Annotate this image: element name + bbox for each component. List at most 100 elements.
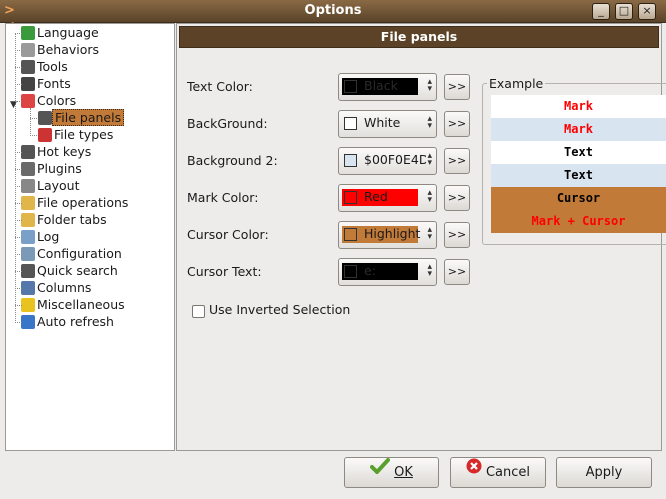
cancel-icon (466, 456, 482, 485)
tree-item[interactable]: Colors (21, 92, 76, 109)
pick-color-button[interactable]: >> (444, 259, 470, 285)
inverted-selection-label[interactable]: Use Inverted Selection (209, 302, 350, 317)
color-swatch (344, 191, 357, 204)
tree-item-label: Folder tabs (37, 212, 107, 227)
tree-item-label: Auto refresh (37, 314, 114, 329)
tree-item[interactable]: Miscellaneous (21, 296, 125, 313)
tree-item-label: Fonts (37, 76, 71, 91)
tree-item-label: File operations (37, 195, 129, 210)
tree-item[interactable]: Auto refresh (21, 313, 114, 330)
tree-item[interactable]: Language (21, 24, 99, 41)
color-combo[interactable]: White ▴ ▾ (338, 110, 437, 138)
title-bar: >< Options _ □ × (0, 0, 666, 34)
inverted-selection-checkbox[interactable] (192, 305, 205, 318)
updown-arrow-icon: ▴ ▾ (427, 114, 432, 131)
binoculars-icon (21, 263, 35, 278)
pick-color-button[interactable]: >> (444, 111, 470, 137)
tabs-icon (21, 212, 35, 227)
misc-icon (21, 297, 35, 312)
tree-item-label: File panels (52, 109, 125, 126)
tree-item[interactable]: Plugins (21, 160, 82, 177)
cancel-button[interactable]: Cancel (450, 457, 546, 488)
tree-item[interactable]: Fonts (21, 75, 71, 92)
tree-item-label: Quick search (37, 263, 118, 278)
keyboard-icon (21, 144, 35, 159)
color-combo[interactable]: e: ▴ ▾ (338, 258, 437, 286)
color-combo[interactable]: Highlight ▴ ▾ (338, 221, 437, 249)
tree-item-label: Tools (37, 59, 68, 74)
tree-item-label: Configuration (37, 246, 122, 261)
tree-item-label: File types (54, 127, 114, 142)
options-tree[interactable]: ▼ Language Behaviors Tools Fonts Colors File … (5, 23, 175, 451)
color-value: $00F0E4D8 (364, 152, 426, 167)
cancel-label: Cancel (485, 465, 531, 480)
tree-item[interactable]: Tools (21, 58, 68, 75)
log-icon (21, 229, 35, 244)
updown-arrow-icon: ▴ ▾ (427, 151, 432, 168)
folder-icon (21, 195, 35, 210)
color-combo[interactable]: $00F0E4D8▴▾ (338, 147, 437, 175)
color-row-label: Cursor Color: (187, 227, 269, 242)
tree-item-label: Plugins (37, 161, 82, 176)
updown-arrow-icon: ▴ ▾ (427, 77, 432, 94)
tree-item[interactable]: Configuration (21, 245, 122, 262)
tree-item[interactable]: Columns (21, 279, 91, 296)
tree-item[interactable]: Behaviors (21, 41, 99, 58)
tree-item-label: Columns (37, 280, 92, 295)
color-wheel-icon (21, 93, 35, 108)
color-swatch (344, 265, 357, 278)
color-combo[interactable]: Black ▴ ▾ (338, 73, 437, 101)
dialog-buttons: OK Cancel Apply (5, 453, 660, 493)
panels-icon (38, 110, 52, 125)
tree-item-label: Colors (37, 93, 77, 108)
color-swatch (344, 228, 357, 241)
language-icon (21, 25, 35, 40)
tree-item-label: Hot keys (37, 144, 92, 159)
color-value: Black (364, 78, 398, 93)
tree-item-label: Behaviors (37, 42, 100, 57)
pick-color-button[interactable]: >> (444, 74, 470, 100)
apply-button[interactable]: Apply (556, 457, 652, 488)
tree-item[interactable]: Hot keys (21, 143, 91, 160)
pick-color-button[interactable]: >> (444, 148, 470, 174)
tree-item-label: Language (37, 25, 99, 40)
tree-item[interactable]: Quick search (21, 262, 118, 279)
columns-icon (21, 280, 35, 295)
tree-item[interactable]: File panels (38, 109, 125, 126)
file-types-icon (38, 127, 52, 142)
color-value: Red (364, 189, 388, 204)
color-row-label: Cursor Text: (187, 264, 262, 279)
close-button[interactable]: × (638, 3, 656, 20)
pick-color-button[interactable]: >> (444, 222, 470, 248)
layout-icon (21, 178, 35, 193)
tree-item[interactable]: File operations (21, 194, 128, 211)
pick-color-button[interactable]: >> (444, 185, 470, 211)
refresh-icon (21, 314, 35, 329)
tree-item[interactable]: Layout (21, 177, 80, 194)
plugin-icon (21, 161, 35, 176)
color-row-label: Text Color: (187, 79, 253, 94)
page-title: File panels (179, 26, 659, 48)
color-row-label: Mark Color: (187, 190, 259, 205)
color-row-label: Background 2: (187, 153, 278, 168)
font-icon (21, 76, 35, 91)
lock-icon (21, 42, 35, 57)
window-title: Options (304, 3, 362, 18)
color-swatch (344, 117, 357, 130)
example-row: Mark (491, 118, 666, 141)
color-swatch (344, 80, 357, 93)
scissors-icon (21, 59, 35, 74)
config-icon (21, 246, 35, 261)
maximize-button[interactable]: □ (615, 3, 633, 20)
updown-arrow-icon: ▴ ▾ (427, 188, 432, 205)
example-row: Mark + Cursor (491, 210, 666, 233)
minimize-button[interactable]: _ (592, 3, 610, 20)
tree-item[interactable]: Log (21, 228, 59, 245)
tree-item[interactable]: File types (38, 126, 113, 143)
tree-item-label: Miscellaneous (37, 297, 125, 312)
tree-item[interactable]: Folder tabs (21, 211, 107, 228)
color-combo[interactable]: Red ▴ ▾ (338, 184, 437, 212)
check-icon (370, 456, 391, 485)
ok-button[interactable]: OK (344, 457, 439, 488)
example-legend: Example (487, 76, 546, 91)
